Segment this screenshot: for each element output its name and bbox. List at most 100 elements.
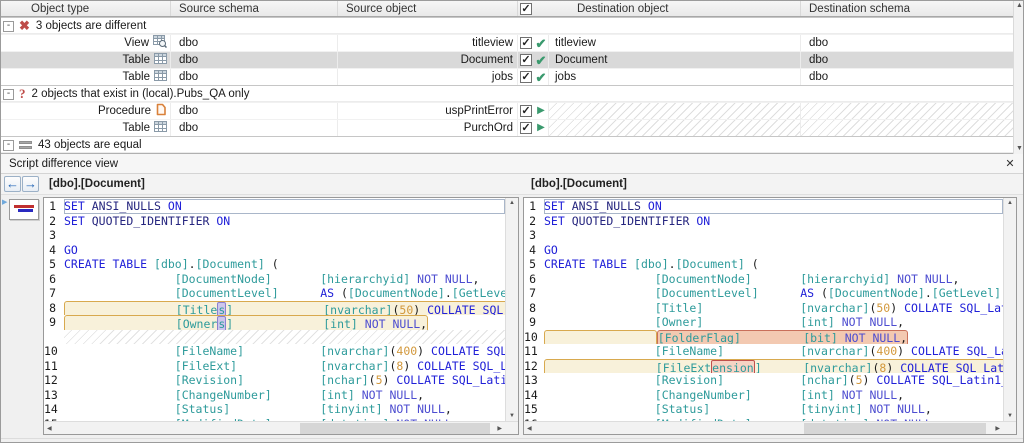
line-number: 1	[529, 199, 536, 213]
collapse-expander[interactable]: -	[3, 89, 14, 100]
source-vertical-scrollbar[interactable]: ▲ ▼	[505, 198, 518, 421]
object-row[interactable]: Procedure dbo uspPrintError ✓ ▶	[1, 102, 1013, 119]
code-line: 10 [FileName] [nvarchar](400) COLLATE SQ…	[44, 344, 505, 358]
include-checkbox[interactable]: ✓	[520, 122, 532, 134]
line-number: 13	[524, 373, 538, 387]
scroll-right-icon[interactable]: ▶	[497, 425, 502, 432]
code-line: 14 [ChangeNumber] [int] NOT NULL,	[524, 387, 905, 402]
line-number: 1	[49, 199, 56, 213]
code-line: 7 [DocumentLevel] AS ([DocumentNode].[Ge…	[44, 286, 505, 301]
splitter-collapse-icon[interactable]: ▶	[2, 198, 7, 206]
code-line: 1 SET ANSI_NULLS ON	[44, 199, 505, 214]
code-line: 7 [DocumentLevel] AS ([DocumentNode].[Ge…	[524, 286, 1003, 301]
collapse-expander[interactable]: -	[3, 140, 14, 151]
column-header-destination-schema[interactable]: Destination schema	[801, 1, 1013, 16]
collapse-expander[interactable]: -	[3, 21, 14, 32]
code-line: 4 GO	[524, 243, 1003, 258]
diff-panes: ▶ 1 SET ANSI_NULLS ON 2 SET QUOTED_IDENTIFI…	[1, 195, 1023, 438]
include-checkbox[interactable]: ✓	[520, 37, 532, 49]
close-icon[interactable]: ✕	[1003, 157, 1017, 171]
line-number: 5	[529, 257, 536, 271]
scroll-up-icon[interactable]: ▲	[1004, 200, 1016, 206]
scroll-down-icon[interactable]: ▼	[506, 413, 518, 419]
script-difference-title: Script difference view	[9, 157, 119, 170]
object-type-label: Table	[122, 122, 151, 134]
destination-horizontal-scrollbar[interactable]: ◀ ▶	[524, 421, 1016, 434]
destination-schema-cell: dbo	[809, 71, 829, 83]
source-object-cell: jobs	[338, 69, 518, 85]
scroll-left-icon[interactable]: ◀	[527, 425, 532, 432]
code-line: 10 [FolderFlag] [bit] NOT NULL,	[524, 329, 1003, 344]
right-pane-object-title: [dbo].[Document]	[531, 178, 627, 190]
column-header-object-type[interactable]: Object type	[1, 1, 171, 16]
column-header-source-schema[interactable]: Source schema	[171, 1, 338, 16]
destination-object-cell: titleview	[549, 35, 801, 51]
script-difference-titlebar: Script difference view ✕	[1, 154, 1023, 174]
select-all-checkbox[interactable]: ✓	[518, 1, 534, 16]
include-checkbox[interactable]: ✓	[520, 54, 532, 66]
scroll-up-icon[interactable]: ▲	[506, 200, 518, 206]
next-difference-button[interactable]: →	[22, 176, 39, 192]
group-row[interactable]: - 43 objects are equal	[1, 136, 1013, 153]
char-diff-highlight: s	[217, 301, 227, 315]
group-row[interactable]: - ✖ 3 objects are different	[1, 17, 1013, 34]
checkbox-icon[interactable]: ✓	[520, 2, 532, 15]
source-horizontal-scrollbar[interactable]: ◀ ▶	[44, 421, 518, 434]
grid-vertical-scrollbar[interactable]: ▲ ▼	[1013, 1, 1023, 154]
object-row[interactable]: Table dbo jobs ✓ ✔ jobs dbo	[1, 68, 1013, 85]
source-schema-cell: dbo	[171, 52, 338, 68]
code-line: 12 [Revision] [nchar](5) COLLATE SQL_Lat…	[44, 373, 505, 387]
column-header-action	[534, 1, 549, 16]
scroll-down-icon[interactable]: ▼	[1004, 413, 1016, 419]
source-script-editor[interactable]: 1 SET ANSI_NULLS ON 2 SET QUOTED_IDENTIFIER…	[43, 197, 519, 435]
object-type-label: Procedure	[97, 105, 151, 117]
code-line: 13 [Revision] [nchar](5) COLLATE SQL_Lat…	[524, 373, 1003, 387]
scroll-down-icon[interactable]: ▼	[1014, 145, 1023, 152]
object-row[interactable]: Table dbo PurchOrd ✓ ▶	[1, 119, 1013, 136]
code-line: 6 [DocumentNode] [hierarchyid] NOT NULL,	[44, 272, 505, 287]
include-checkbox[interactable]: ✓	[520, 71, 532, 83]
group-row[interactable]: -? 2 objects that exist in (local).Pubs_Q…	[1, 85, 1013, 102]
line-number: 2	[49, 213, 56, 228]
object-row[interactable]: Table dbo Document ✓ ✔ Document dbo	[1, 51, 1013, 68]
view-icon	[153, 35, 168, 51]
destination-schema-cell	[801, 120, 1013, 136]
line-number: 14	[44, 402, 58, 416]
code-line: 8 [Titles] [nvarchar](50) COLLATE SQL_La…	[44, 300, 505, 315]
object-row[interactable]: View dbo titleview ✓ ✔ titleview dbo	[1, 34, 1013, 51]
previous-difference-button[interactable]: ←	[4, 176, 21, 192]
scroll-left-icon[interactable]: ◀	[47, 425, 52, 432]
schema-compare-window: Object type Source schema Source object …	[0, 0, 1024, 443]
code-line: 9 [Owners] [int] NOT NULL,	[44, 315, 505, 330]
destination-code-area: 1 SET ANSI_NULLS ON 2 SET QUOTED_IDENTIFIER…	[524, 199, 1003, 421]
grid-body: - ✖ 3 objects are different View dbo titlevie…	[1, 17, 1013, 153]
code-line: 5 CREATE TABLE [dbo].[Document] (	[44, 257, 505, 272]
source-schema-cell: dbo	[171, 69, 338, 85]
line-number: 11	[524, 344, 538, 358]
code-line: 9 [Owner] [int] NOT NULL,	[524, 315, 1003, 330]
scroll-up-icon[interactable]: ▲	[1014, 2, 1023, 9]
destination-vertical-scrollbar[interactable]: ▲ ▼	[1003, 198, 1016, 421]
include-checkbox[interactable]: ✓	[520, 105, 532, 117]
destination-schema-cell	[801, 103, 1013, 119]
char-diff-highlight: s	[217, 316, 227, 330]
source-object-cell: titleview	[338, 35, 518, 51]
code-line: 11 [FileName] [nvarchar](400) COLLATE SQ…	[524, 344, 1003, 358]
code-line: 12 [FileExtension] [nvarchar](8) COLLATE…	[524, 358, 1003, 373]
destination-script-editor[interactable]: 1 SET ANSI_NULLS ON 2 SET QUOTED_IDENTIFIER…	[523, 197, 1017, 435]
line-number: 8	[49, 300, 56, 315]
column-header-source-object[interactable]: Source object	[338, 1, 518, 16]
scroll-right-icon[interactable]: ▶	[995, 425, 1000, 432]
scrollbar-thumb[interactable]	[804, 423, 987, 434]
create-arrow-icon: ▶	[537, 105, 545, 116]
diff-map-icon	[9, 199, 39, 220]
code-line: 2 SET QUOTED_IDENTIFIER ON	[44, 214, 505, 229]
code-line: 11 [FileExt] [nvarchar](8) COLLATE SQL_L…	[44, 358, 505, 373]
destination-object-cell	[549, 120, 801, 136]
char-diff-highlight: ension	[711, 359, 755, 373]
column-header-destination-object[interactable]: Destination object	[549, 1, 801, 16]
scrollbar-thumb[interactable]	[299, 423, 490, 434]
destination-object-cell	[549, 103, 801, 119]
line-number: 8	[529, 300, 536, 315]
source-code-area: 1 SET ANSI_NULLS ON 2 SET QUOTED_IDENTIFIER…	[44, 199, 505, 421]
